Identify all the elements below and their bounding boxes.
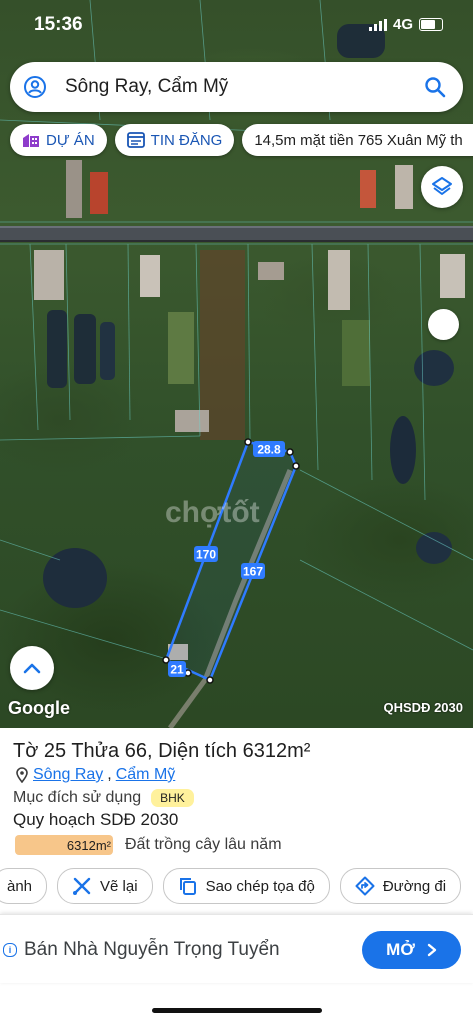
planning-area: 6312m² xyxy=(66,837,111,853)
listing-icon xyxy=(126,132,145,148)
copy-icon xyxy=(179,878,196,895)
chevron-right-icon xyxy=(427,943,437,957)
redraw-icon xyxy=(73,877,91,895)
svg-text:28.8: 28.8 xyxy=(257,443,281,457)
purpose-badge: BHK xyxy=(151,789,194,807)
edge-label-left: 170 xyxy=(194,546,218,562)
purpose-label: Mục đích sử dụng xyxy=(13,789,142,806)
planning-legend-row: 6312m² Đất trồng cây lâu năm xyxy=(15,835,282,855)
edge-label-bottom: 21 xyxy=(168,661,186,677)
action-partial-button[interactable]: ành xyxy=(0,868,48,904)
ad-open-button[interactable]: MỞ xyxy=(362,931,461,969)
svg-text:170: 170 xyxy=(196,548,216,562)
planning-description: Đất trồng cây lâu năm xyxy=(125,836,282,853)
edge-label-right: 167 xyxy=(241,563,265,579)
layers-icon xyxy=(432,177,452,195)
search-bar[interactable]: Sông Ray, Cẩm Mỹ xyxy=(10,62,463,112)
status-icons: 4G xyxy=(368,16,443,33)
network-type: 4G xyxy=(392,16,413,33)
parcel-info-sheet: Tờ 25 Thửa 66, Diện tích 6312m² Sông Ray… xyxy=(0,728,473,1024)
address-separator: , xyxy=(107,766,112,783)
directions-button[interactable]: Đường đi xyxy=(339,868,462,904)
action-buttons: ành Vẽ lại Sao chép tọa độ Đường đi xyxy=(0,868,462,904)
planning-label: Quy hoạch SDĐ 2030 xyxy=(13,810,179,829)
svg-text:167: 167 xyxy=(243,565,263,579)
expand-up-button[interactable] xyxy=(10,646,54,690)
land-purpose-row: Mục đích sử dụng BHK xyxy=(13,789,194,807)
address-district-link[interactable]: Cẩm Mỹ xyxy=(116,766,176,784)
copy-coordinates-button[interactable]: Sao chép tọa độ xyxy=(162,868,330,904)
home-indicator[interactable] xyxy=(152,1008,322,1013)
chip-label: TIN ĐĂNG xyxy=(150,131,223,149)
action-label: Sao chép tọa độ xyxy=(205,877,315,895)
chip-label: DỰ ÁN xyxy=(46,131,95,149)
chevron-up-icon xyxy=(23,663,41,674)
chip-du-an[interactable]: DỰ ÁN xyxy=(10,124,107,156)
layers-button[interactable] xyxy=(421,166,463,208)
chip-label: 14,5m mặt tiền 765 Xuân Mỹ th xyxy=(254,131,463,149)
redraw-button[interactable]: Vẽ lại xyxy=(57,868,153,904)
parcel-title: Tờ 25 Thửa 66, Diện tích 6312m² xyxy=(13,740,311,762)
chip-listing[interactable]: 14,5m mặt tiền 765 Xuân Mỹ th xyxy=(242,124,473,156)
ad-open-label: MỞ xyxy=(386,940,415,959)
google-logo: Google xyxy=(8,698,70,718)
building-icon xyxy=(23,134,39,147)
watermark: chợtốt xyxy=(165,496,260,529)
signal-icon xyxy=(368,18,387,31)
location-pin-icon xyxy=(16,767,28,783)
search-icon[interactable] xyxy=(423,75,447,99)
search-query[interactable]: Sông Ray, Cẩm Mỹ xyxy=(65,76,423,98)
plan-label: QHSDĐ 2030 xyxy=(383,700,463,715)
action-label: Vẽ lại xyxy=(100,877,138,895)
filter-chips: DỰ ÁN TIN ĐĂNG 14,5m mặt tiền 765 Xuân M… xyxy=(10,124,473,156)
satellite-map[interactable]: 28.8 170 167 21 chợtốt 15:36 4G Sông Ray… xyxy=(0,0,473,728)
map-control-button[interactable] xyxy=(428,309,459,340)
status-bar: 15:36 4G xyxy=(0,0,473,50)
account-icon[interactable] xyxy=(23,75,47,99)
planning-area-box: 6312m² xyxy=(15,835,113,855)
directions-icon xyxy=(355,876,375,896)
ad-text[interactable]: Bán Nhà Nguyễn Trọng Tuyển xyxy=(24,939,280,961)
edge-label-top: 28.8 xyxy=(253,441,285,457)
chip-tin-dang[interactable]: TIN ĐĂNG xyxy=(114,124,235,156)
action-label: ành xyxy=(7,877,33,895)
battery-icon xyxy=(419,18,443,31)
ad-banner[interactable]: i Bán Nhà Nguyễn Trọng Tuyển MỞ xyxy=(0,914,473,983)
ad-info-icon[interactable]: i xyxy=(3,943,17,957)
action-label: Đường đi xyxy=(382,877,447,895)
parcel-address: Sông Ray, Cẩm Mỹ xyxy=(15,766,175,784)
svg-text:21: 21 xyxy=(170,663,184,677)
status-time: 15:36 xyxy=(34,14,83,35)
address-commune-link[interactable]: Sông Ray xyxy=(33,766,103,784)
